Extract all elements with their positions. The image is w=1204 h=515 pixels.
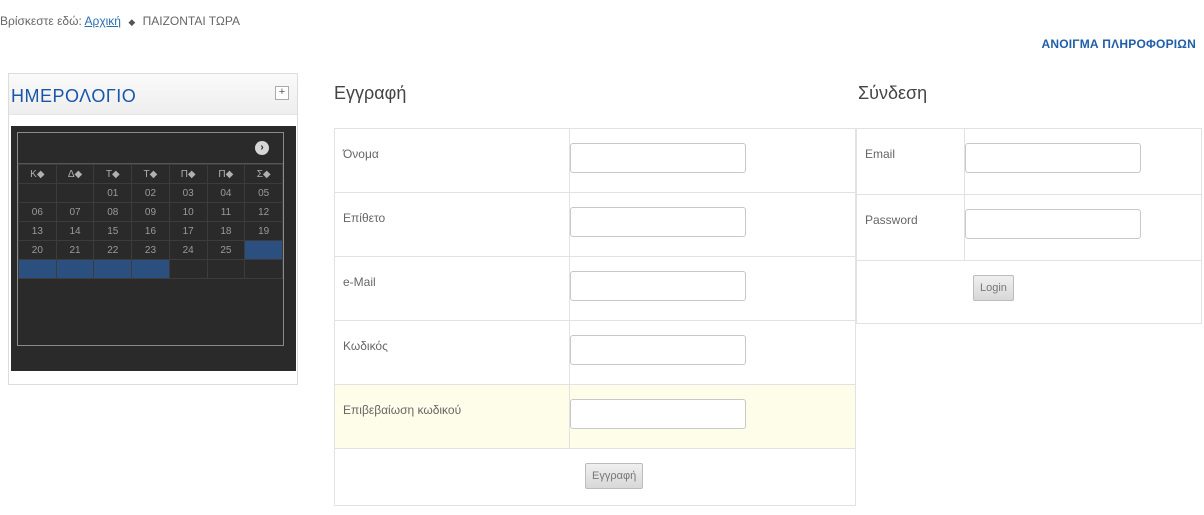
calendar-day[interactable]: 08 xyxy=(93,202,133,222)
calendar-week: 20 21 22 23 24 25 xyxy=(18,240,283,260)
calendar-title: ΗΜΕΡΟΛΟΓΙΟ xyxy=(11,86,137,106)
calendar-day[interactable]: 01 xyxy=(93,183,133,203)
weekday-label: Δ◆ xyxy=(55,164,95,184)
calendar-week xyxy=(18,259,283,279)
calendar-day[interactable]: 13 xyxy=(18,221,57,241)
login-title: Σύνδεση xyxy=(858,83,928,103)
register-row-last-name: Επίθετο xyxy=(333,192,856,257)
register-row-email: e-Mail xyxy=(333,256,856,321)
login-password-label: Password xyxy=(856,194,965,261)
calendar-day-highlighted[interactable] xyxy=(131,259,170,279)
calendar-header: ΗΜΕΡΟΛΟΓΙΟ + xyxy=(9,74,297,115)
calendar-day[interactable]: 25 xyxy=(206,240,246,260)
weekday-row: Κ◆ Δ◆ Τ◆ Τ◆ Π◆ Π◆ Σ◆ xyxy=(18,164,283,184)
register-row-first-name: Όνομα xyxy=(333,128,856,193)
breadcrumb-home-link[interactable]: Αρχική xyxy=(85,14,121,28)
calendar-day[interactable]: 03 xyxy=(168,183,208,203)
calendar-day[interactable]: 10 xyxy=(168,202,208,222)
calendar-day[interactable]: 04 xyxy=(206,183,246,203)
calendar-day[interactable]: 18 xyxy=(206,221,246,241)
weekday-label: Τ◆ xyxy=(93,164,133,184)
calendar-day[interactable]: 02 xyxy=(131,183,170,203)
login-row-submit: Login xyxy=(856,260,1202,324)
login-button[interactable]: Login xyxy=(973,275,1014,301)
login-email-input[interactable] xyxy=(965,143,1141,173)
calendar-day xyxy=(55,183,95,203)
weekday-label: Σ◆ xyxy=(244,164,283,184)
last-name-input[interactable] xyxy=(570,207,747,237)
calendar-day xyxy=(206,259,246,279)
calendar-day[interactable]: 24 xyxy=(168,240,208,260)
first-name-input[interactable] xyxy=(570,143,747,173)
register-row-submit: Εγγραφή xyxy=(334,448,856,506)
open-info-link[interactable]: ΑΝΟΙΓΜΑ ΠΛΗΡΟΦΟΡΙΩΝ xyxy=(1042,37,1197,51)
register-email-label: e-Mail xyxy=(333,256,571,321)
confirm-password-label: Επιβεβαίωση κωδικού xyxy=(333,384,571,449)
register-row-password: Κωδικός xyxy=(333,320,856,385)
confirm-password-input[interactable] xyxy=(570,399,747,429)
next-month-icon[interactable]: › xyxy=(255,141,269,155)
weekday-label: Π◆ xyxy=(168,164,208,184)
calendar-day xyxy=(244,259,283,279)
calendar-day[interactable]: 21 xyxy=(55,240,95,260)
login-row-email: Email xyxy=(856,128,1202,195)
calendar-day[interactable]: 14 xyxy=(55,221,95,241)
register-password-input[interactable] xyxy=(570,335,747,365)
calendar-module: ΗΜΕΡΟΛΟΓΙΟ + › Κ◆ Δ◆ Τ◆ Τ◆ Π◆ Π◆ Σ◆ 01 0… xyxy=(8,73,298,385)
breadcrumb: Βρίσκεστε εδώ: Αρχική ◆ ΠΑΙΖΟΝΤΑΙ ΤΩΡΑ xyxy=(0,14,240,28)
calendar-day[interactable]: 19 xyxy=(244,221,283,241)
calendar-day xyxy=(18,183,57,203)
login-row-password: Password xyxy=(856,194,1202,261)
calendar-day[interactable]: 05 xyxy=(244,183,283,203)
register-row-confirm-password: Επιβεβαίωση κωδικού xyxy=(333,384,856,449)
last-name-label: Επίθετο xyxy=(333,192,571,257)
register-email-input[interactable] xyxy=(570,271,747,301)
weekday-label: Τ◆ xyxy=(131,164,170,184)
calendar-widget: › Κ◆ Δ◆ Τ◆ Τ◆ Π◆ Π◆ Σ◆ 01 02 03 04 05 06… xyxy=(11,126,296,371)
calendar-day[interactable]: 16 xyxy=(131,221,170,241)
calendar-day[interactable]: 22 xyxy=(93,240,133,260)
calendar-day[interactable]: 07 xyxy=(55,202,95,222)
calendar-day[interactable]: 06 xyxy=(18,202,57,222)
register-title: Εγγραφή xyxy=(334,83,407,103)
breadcrumb-current: ΠΑΙΖΟΝΤΑΙ ΤΩΡΑ xyxy=(142,14,241,28)
login-password-input[interactable] xyxy=(965,209,1141,239)
breadcrumb-prefix: Βρίσκεστε εδώ: xyxy=(0,14,82,28)
login-email-label: Email xyxy=(856,128,965,195)
calendar-week: 01 02 03 04 05 xyxy=(18,183,283,203)
weekday-label: Π◆ xyxy=(206,164,246,184)
calendar-day[interactable]: 11 xyxy=(206,202,246,222)
calendar-day[interactable]: 23 xyxy=(131,240,170,260)
calendar-grid: Κ◆ Δ◆ Τ◆ Τ◆ Π◆ Π◆ Σ◆ 01 02 03 04 05 06 0… xyxy=(18,164,283,279)
calendar-nav-bar: › xyxy=(18,133,283,164)
login-form: Email Password Login xyxy=(856,128,1202,324)
calendar-day[interactable]: 12 xyxy=(244,202,283,222)
calendar-day-highlighted[interactable] xyxy=(55,259,95,279)
calendar-day[interactable]: 09 xyxy=(131,202,170,222)
first-name-label: Όνομα xyxy=(333,128,571,193)
calendar-day-highlighted[interactable] xyxy=(244,240,283,260)
calendar-day[interactable]: 17 xyxy=(168,221,208,241)
expand-toggle-icon[interactable]: + xyxy=(275,86,289,100)
calendar-week: 13 14 15 16 17 18 19 xyxy=(18,221,283,241)
calendar-frame: › Κ◆ Δ◆ Τ◆ Τ◆ Π◆ Π◆ Σ◆ 01 02 03 04 05 06… xyxy=(17,132,284,346)
calendar-day-highlighted[interactable] xyxy=(93,259,133,279)
calendar-day-highlighted[interactable] xyxy=(18,259,57,279)
calendar-week: 06 07 08 09 10 11 12 xyxy=(18,202,283,222)
calendar-day xyxy=(168,259,208,279)
calendar-day[interactable]: 15 xyxy=(93,221,133,241)
register-button[interactable]: Εγγραφή xyxy=(585,463,644,489)
calendar-day[interactable]: 20 xyxy=(18,240,57,260)
breadcrumb-separator-icon: ◆ xyxy=(128,17,136,27)
register-password-label: Κωδικός xyxy=(333,320,571,385)
register-form: Όνομα Επίθετο e-Mail Κωδικός Επιβεβαίωση… xyxy=(333,128,856,506)
weekday-label: Κ◆ xyxy=(18,164,57,184)
